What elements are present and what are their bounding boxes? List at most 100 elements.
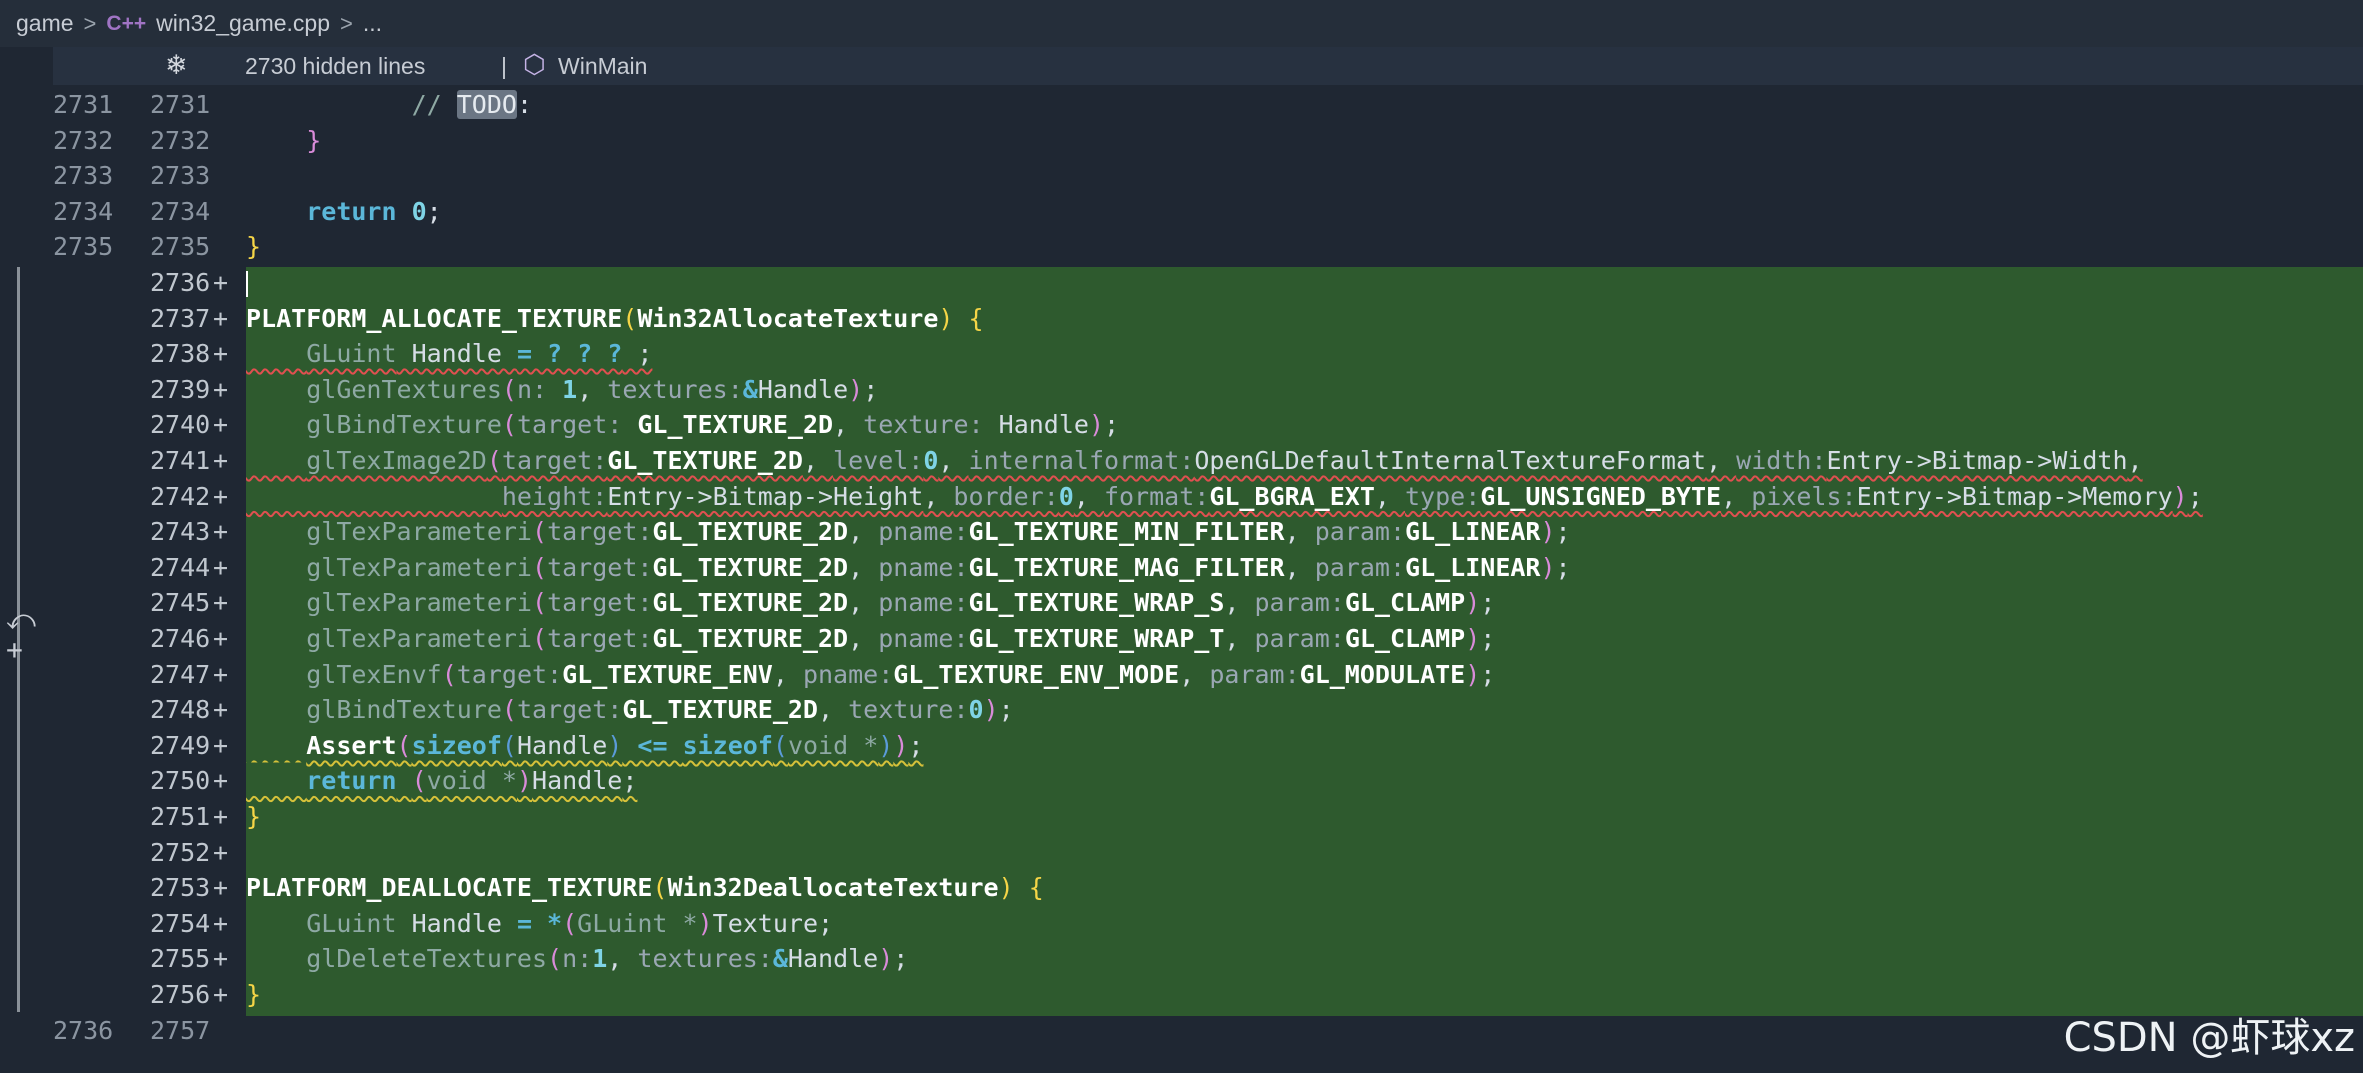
code-text[interactable]: height:Entry->Bitmap->Height, border:0, … — [246, 479, 2203, 515]
code-text[interactable]: Assert(sizeof(Handle) <= sizeof(void *))… — [246, 728, 923, 764]
code-line[interactable]: 2746 + glTexParameteri(target:GL_TEXTURE_… — [0, 621, 2363, 657]
code-token: 1 — [592, 944, 608, 974]
code-line[interactable]: 2753 + PLATFORM_DEALLOCATE_TEXTURE(Win32De… — [0, 870, 2363, 906]
code-token: Entry->Bitmap->Width — [1826, 446, 2128, 475]
code-token: GL_UNSIGNED_BYTE — [1480, 481, 1722, 511]
added-marker: + — [213, 944, 229, 974]
code-line[interactable]: 2755 + glDeleteTextures(n:1, textures:&Ha… — [0, 941, 2363, 977]
code-token: = ? ? ? — [516, 339, 623, 369]
code-token: , — [1284, 517, 1315, 547]
code-text[interactable]: glBindTexture(target: GL_TEXTURE_2D, tex… — [246, 407, 1119, 443]
code-token: , — [1179, 659, 1210, 689]
code-line[interactable]: 2752 + — [0, 835, 2363, 871]
hidden-lines-label[interactable]: 2730 hidden lines — [245, 53, 425, 80]
code-token: glTexParameteri — [306, 624, 532, 653]
code-line[interactable]: 2749 + Assert(sizeof(Handle) <= sizeof(vo… — [0, 728, 2363, 764]
code-text[interactable]: GLuint Handle = *(GLuint *)Texture; — [246, 906, 833, 942]
code-line[interactable]: 2740 + glBindTexture(target: GL_TEXTURE_2… — [0, 407, 2363, 443]
added-marker: + — [213, 766, 229, 796]
code-text[interactable]: PLATFORM_ALLOCATE_TEXTURE(Win32AllocateT… — [246, 301, 984, 337]
code-text[interactable]: glTexEnvf(target:GL_TEXTURE_ENV, pname:G… — [246, 657, 1495, 693]
code-token: ) — [1465, 659, 1481, 689]
breadcrumb-root[interactable]: game — [16, 10, 74, 37]
code-line[interactable]: 2734 2734 return 0; — [0, 194, 2363, 230]
code-text[interactable]: glTexParameteri(target:GL_TEXTURE_2D, pn… — [246, 514, 1570, 550]
code-token: OpenGLDefaultInternalTextureFormat — [1194, 446, 1707, 475]
code-token: ; — [1480, 624, 1496, 653]
code-line[interactable]: 2735 2735} — [0, 229, 2363, 265]
code-token: PLATFORM_ALLOCATE_TEXTURE — [246, 303, 623, 333]
code-token: height: — [501, 481, 608, 511]
code-token: void * — [426, 766, 517, 796]
code-token: GL_MODULATE — [1299, 659, 1466, 689]
code-line[interactable]: 2737 + PLATFORM_ALLOCATE_TEXTURE(Win32Allo… — [0, 301, 2363, 337]
code-line[interactable]: 2741 + glTexImage2D(target:GL_TEXTURE_2D,… — [0, 443, 2363, 479]
code-token: target: — [516, 410, 623, 440]
line-number-new: 2745 — [150, 588, 211, 618]
line-number-new: 2743 — [150, 517, 211, 547]
code-token: , — [1073, 481, 1104, 511]
code-token: , — [577, 374, 608, 404]
code-text[interactable]: glTexImage2D(target:GL_TEXTURE_2D, level… — [246, 443, 2142, 479]
code-line[interactable]: 2739 + glGenTextures(n: 1, textures:&Hand… — [0, 372, 2363, 408]
code-line[interactable]: 2750 + return (void *)Handle; — [0, 763, 2363, 799]
line-number-new: 2751 — [150, 802, 211, 831]
code-line[interactable]: 2747 + glTexEnvf(target:GL_TEXTURE_ENV, p… — [0, 657, 2363, 693]
code-line[interactable]: 2732 2732 } — [0, 123, 2363, 159]
code-token: format: — [1103, 481, 1210, 511]
code-token: ; — [1555, 552, 1571, 582]
code-text[interactable]: return 0; — [246, 194, 442, 230]
code-line[interactable]: 2738 + GLuint Handle = ? ? ? ; — [0, 336, 2363, 372]
code-token: , — [848, 552, 879, 582]
breadcrumb-tail[interactable]: ... — [363, 10, 382, 37]
code-token: return — [306, 766, 397, 796]
code-text[interactable]: GLuint Handle = ? ? ? ; — [246, 336, 652, 372]
code-line[interactable]: 2733 2733 — [0, 158, 2363, 194]
code-token: ) — [1088, 410, 1105, 440]
code-token: ; — [2187, 481, 2203, 511]
code-line[interactable]: 2742 + height:Entry->Bitmap->Height, bord… — [0, 479, 2363, 515]
code-token: pname: — [802, 659, 894, 689]
code-line[interactable]: 2736 2757 — [0, 1013, 2363, 1049]
code-text[interactable] — [246, 265, 248, 301]
code-token: // — [411, 90, 457, 119]
code-token: { — [968, 303, 984, 333]
code-text[interactable]: glBindTexture(target:GL_TEXTURE_2D, text… — [246, 692, 1013, 728]
function-symbol[interactable]: WinMain — [558, 53, 647, 80]
code-line[interactable]: 2754 + GLuint Handle = *(GLuint *)Texture… — [0, 906, 2363, 942]
unfold-icon[interactable]: ❄ — [165, 50, 188, 81]
code-text[interactable]: glTexParameteri(target:GL_TEXTURE_2D, pn… — [246, 585, 1495, 621]
code-token: ( — [652, 873, 668, 903]
code-text[interactable]: } — [246, 799, 261, 835]
code-text[interactable]: glTexParameteri(target:GL_TEXTURE_2D, pn… — [246, 621, 1495, 657]
code-token: GLuint — [306, 908, 397, 938]
added-marker: + — [213, 695, 229, 725]
code-token: Assert — [306, 730, 397, 760]
code-token: sizeof — [682, 730, 773, 760]
code-text[interactable]: // TODO: — [246, 87, 532, 123]
code-line[interactable]: 2756 +} — [0, 977, 2363, 1013]
code-text[interactable]: glDeleteTextures(n:1, textures:&Handle); — [246, 941, 908, 977]
fold-bar[interactable]: ❄ 2730 hidden lines | ⬡ WinMain — [53, 47, 2363, 85]
code-line[interactable]: 2748 + glBindTexture(target:GL_TEXTURE_2D… — [0, 692, 2363, 728]
code-token: ) — [2172, 481, 2188, 511]
added-marker: + — [213, 374, 229, 404]
code-line[interactable]: 2745 + glTexParameteri(target:GL_TEXTURE_… — [0, 585, 2363, 621]
code-text[interactable]: } — [246, 977, 261, 1013]
code-line[interactable]: 2744 + glTexParameteri(target:GL_TEXTURE_… — [0, 550, 2363, 586]
code-text[interactable]: } — [246, 123, 321, 159]
code-text[interactable]: glTexParameteri(target:GL_TEXTURE_2D, pn… — [246, 550, 1571, 586]
code-line[interactable]: 2743 + glTexParameteri(target:GL_TEXTURE_… — [0, 514, 2363, 550]
code-line[interactable]: 2731 2731 // TODO: — [0, 87, 2363, 123]
code-token: } — [246, 802, 262, 831]
breadcrumb-file[interactable]: win32_game.cpp — [156, 10, 330, 37]
code-text[interactable]: glGenTextures(n: 1, textures:&Handle); — [246, 372, 878, 408]
code-line[interactable]: 2736 + — [0, 265, 2363, 301]
code-text[interactable]: } — [246, 229, 261, 265]
line-number-new: 2744 — [150, 552, 211, 582]
code-line[interactable]: 2751 +} — [0, 799, 2363, 835]
code-text[interactable]: return (void *)Handle; — [246, 763, 637, 799]
code-text[interactable]: PLATFORM_DEALLOCATE_TEXTURE(Win32Dealloc… — [246, 870, 1044, 906]
line-number-new: 2735 — [150, 232, 211, 262]
code-token: { — [1028, 873, 1044, 903]
